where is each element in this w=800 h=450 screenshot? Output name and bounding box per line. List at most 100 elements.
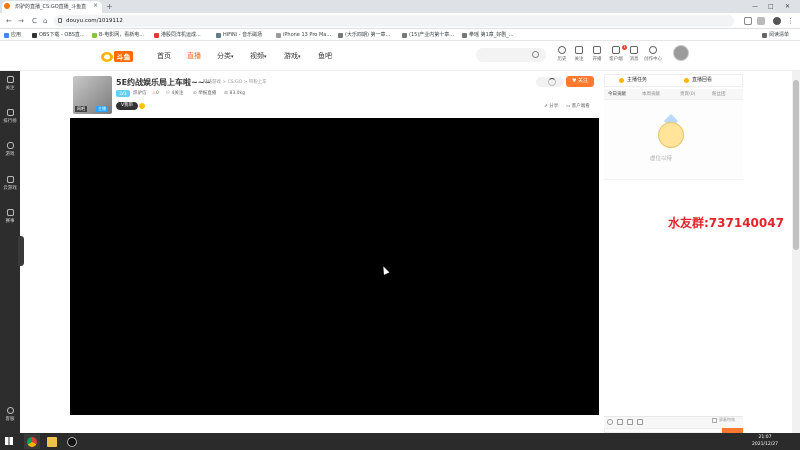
nav-category[interactable]: 分类▾ (217, 41, 234, 72)
nav-home[interactable]: 首页 (157, 41, 171, 71)
menu-icon[interactable]: ⋮ (787, 17, 795, 25)
start-broadcast-button[interactable]: 开播 (587, 46, 607, 62)
windows-start-icon[interactable] (5, 437, 13, 445)
bookmark-item[interactable]: OBS下载 - OBS直... (32, 29, 85, 41)
minimize-icon[interactable]: — (752, 0, 758, 13)
forward-button[interactable]: → (18, 13, 24, 29)
lock-icon (58, 18, 62, 23)
tab-vip[interactable]: 贵宾(0) (680, 89, 695, 100)
bookmark-item[interactable]: 港股同洋机运成... (154, 29, 201, 41)
image-icon[interactable] (617, 419, 623, 425)
share-icon: ⇗ (544, 104, 548, 109)
chrome-taskbar-app[interactable] (24, 434, 40, 449)
douyu-logo[interactable]: 斗鱼 (100, 48, 134, 64)
system-clock[interactable]: 21:07 2021/12/27 (752, 434, 778, 448)
chrome-icon (27, 437, 37, 447)
home-button[interactable]: ⌂ (43, 13, 47, 29)
obs-taskbar-app[interactable] (44, 434, 60, 449)
browser-tab[interactable]: 炽驴的直播_CS:GO直播_斗鱼直 (2, 1, 102, 13)
rank-empty-text: 虚位以待 (650, 156, 673, 162)
warning-icon: ⊙ (193, 91, 197, 96)
bookmark-item[interactable]: B-电影网，看新电... (92, 29, 144, 41)
gamepad-icon (6, 176, 14, 183)
anchor-tasks-button[interactable]: 主播任务 (627, 74, 647, 87)
bookmark-item[interactable]: HiFiNi - 音乐磁场 (216, 29, 262, 41)
megaphone-icon[interactable] (627, 419, 633, 425)
scrollbar-thumb[interactable] (793, 80, 799, 250)
video-player[interactable] (70, 118, 599, 415)
pencil-icon[interactable] (637, 419, 643, 425)
sidebar-collapse-handle[interactable] (18, 236, 24, 266)
fan-badge[interactable]: V我带 (116, 102, 138, 110)
report-link[interactable]: ⊙ 举报直播 (193, 90, 216, 97)
search-icon[interactable] (532, 51, 539, 58)
chevron-down-icon: ▾ (298, 54, 301, 60)
back-button[interactable]: ← (6, 13, 12, 29)
folder-icon (47, 437, 57, 447)
category-breadcrumb[interactable]: 网络游戏 > CS:GO > 带粉上车 (203, 79, 267, 85)
nav-live[interactable]: 直播 (187, 41, 201, 71)
bookmark-favicon-icon (402, 32, 407, 38)
anchor-name[interactable]: 炽驴信 (133, 90, 147, 97)
bookmark-favicon-icon (216, 32, 221, 38)
bookmark-item[interactable]: 拳瑶 第1章_好剧_... (462, 29, 514, 41)
tab-week[interactable]: 本周贡献 (642, 89, 660, 100)
nav-fishbar[interactable]: 鱼吧 (318, 41, 332, 71)
obs-icon (67, 437, 77, 447)
room-title: 5E约战娱乐局上车啦~~~ (116, 78, 212, 87)
tab-today[interactable]: 今日贡献 (608, 89, 626, 100)
tab-fans[interactable]: 粉丝团 (712, 89, 726, 100)
creator-center-button[interactable]: 创作中心 (643, 46, 663, 62)
bookmark-favicon-icon (276, 32, 281, 38)
emoji-icon[interactable] (607, 419, 613, 425)
bookmark-item[interactable]: (大乐四期) 第一章... (338, 29, 390, 41)
bookmark-item[interactable]: iPhone 13 Pro Ma... (276, 29, 331, 41)
hide-effects-label: 屏蔽特效 (719, 417, 735, 422)
messages-button[interactable]: 消息 (624, 46, 644, 62)
tab-close-icon[interactable]: × (93, 0, 98, 12)
client-watch-button[interactable]: ▭ 客户端看 (566, 103, 590, 109)
extension-icon[interactable] (757, 17, 765, 25)
anchor-level-badge: LV3 (116, 90, 130, 97)
follow-button[interactable]: ♥ 关注 (566, 76, 594, 87)
nav-video[interactable]: 视频▾ (250, 41, 267, 72)
sidebar-item-games[interactable]: 游戏 (0, 142, 20, 157)
replay-button[interactable]: 直播回看 (692, 74, 712, 87)
bookmark-favicon-icon (32, 32, 37, 38)
sidebar-item-events[interactable]: 赛事 (0, 209, 20, 224)
address-bar[interactable]: douyu.com/1019112 (54, 15, 734, 27)
extension-icon[interactable] (744, 17, 752, 25)
close-window-icon[interactable]: ✕ (785, 0, 790, 13)
heart-icon (575, 46, 583, 54)
camera-icon (593, 46, 601, 54)
thumb-tag: 主播 (96, 106, 108, 112)
share-button[interactable]: ⇗ 分享 (544, 103, 558, 109)
replay-icon (684, 78, 689, 83)
coin-icon (139, 103, 145, 109)
nav-games[interactable]: 游戏▾ (284, 41, 301, 72)
bell-icon (630, 46, 638, 54)
profile-avatar-icon[interactable] (773, 17, 781, 25)
reading-list-button[interactable]: 阅读清单 (762, 29, 789, 41)
fan-group-watermark: 水友群:737140047 (668, 216, 784, 230)
sidebar-item-cloud-games[interactable]: 云游戏 (0, 176, 20, 191)
mouse-icon (6, 142, 14, 149)
reload-button[interactable]: C (32, 13, 37, 29)
sidebar-item-support[interactable]: 客服 (0, 407, 20, 422)
user-avatar[interactable] (673, 45, 689, 61)
new-tab-button[interactable]: + (106, 0, 113, 13)
clock-icon (558, 46, 566, 54)
bookmark-favicon-icon (154, 32, 159, 38)
bookmark-item[interactable]: (15)产业内第十章... (402, 29, 454, 41)
sidebar-item-ranking[interactable]: 排行榜 (0, 109, 20, 124)
tab-title: 炽驴的直播_CS:GO直播_斗鱼直 (15, 4, 87, 10)
hide-effects-checkbox[interactable] (712, 418, 717, 423)
bookmark-item[interactable]: 应用 (4, 29, 21, 41)
app-taskbar-item[interactable] (64, 434, 80, 449)
loading-icon (548, 78, 556, 86)
maximize-icon[interactable]: □ (768, 0, 774, 13)
bookmark-favicon-icon (92, 32, 97, 38)
sidebar-item-follow[interactable]: 关注 (0, 76, 20, 91)
follow-list-button[interactable]: 关注 (569, 46, 589, 62)
taskbar (0, 433, 800, 450)
